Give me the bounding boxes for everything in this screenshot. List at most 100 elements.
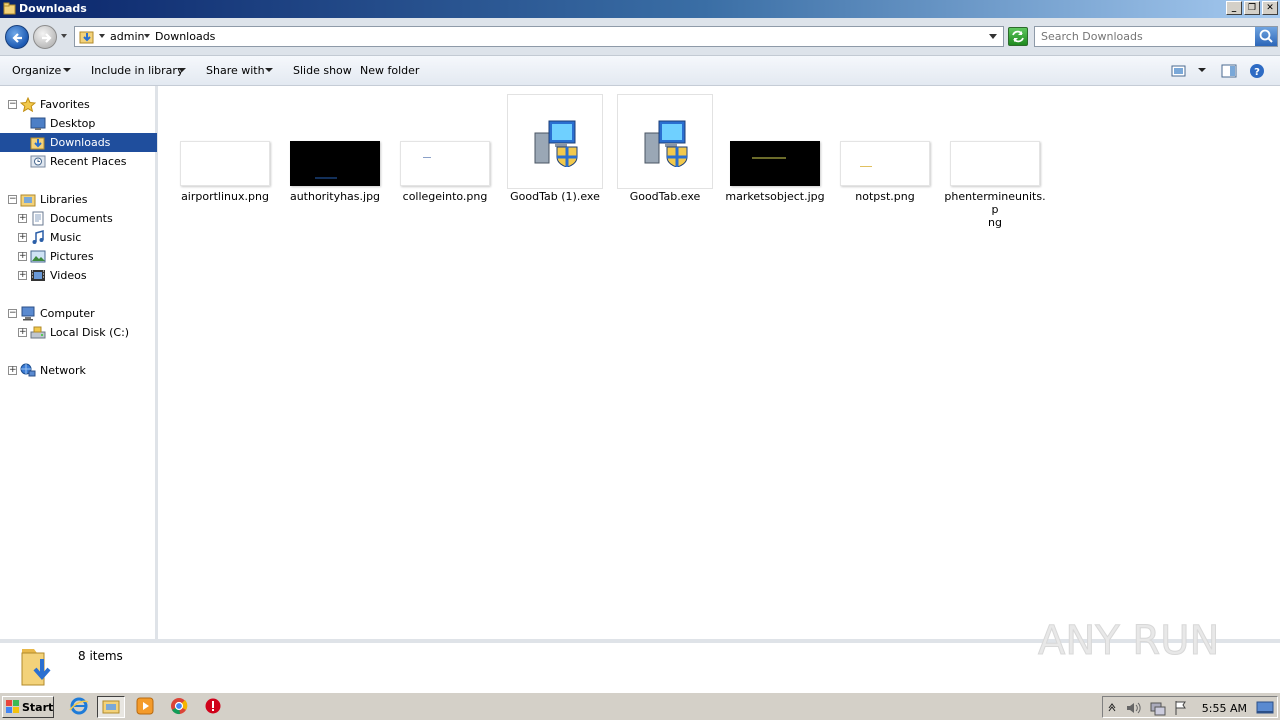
file-item[interactable]: notpst.png xyxy=(835,86,935,216)
nav-label: Recent Places xyxy=(50,155,127,168)
refresh-button[interactable] xyxy=(1008,27,1028,46)
breadcrumb-admin[interactable]: admin xyxy=(110,30,144,43)
include-in-library-button[interactable]: Include in library xyxy=(91,64,183,77)
nav-item-downloads[interactable]: Downloads xyxy=(0,133,157,152)
file-name: GoodTab (1).exe xyxy=(510,190,600,203)
internet-explorer-icon[interactable] xyxy=(68,696,92,718)
expand-icon[interactable]: + xyxy=(18,214,27,223)
command-bar: Organize Include in library Share with S… xyxy=(0,56,1280,86)
nav-item-music[interactable]: + Music xyxy=(0,228,157,247)
preview-pane-icon[interactable] xyxy=(1221,63,1237,79)
address-bar[interactable]: admin Downloads xyxy=(74,26,1004,47)
nav-label: Local Disk (C:) xyxy=(50,326,130,339)
chevron-down-icon[interactable] xyxy=(99,34,105,38)
search-button[interactable] xyxy=(1255,27,1277,46)
chevron-down-icon[interactable] xyxy=(144,34,150,38)
file-name: authorityhas.jpg xyxy=(289,190,381,203)
chrome-icon[interactable] xyxy=(168,696,192,718)
taskbar: Start 5:55 AM xyxy=(0,692,1280,720)
collapse-icon[interactable]: − xyxy=(8,100,17,109)
expand-icon[interactable]: + xyxy=(18,233,27,242)
show-desktop-icon[interactable] xyxy=(1256,700,1274,716)
anyrun-watermark: ANY RUN xyxy=(1038,618,1220,665)
nav-label: Network xyxy=(40,364,86,377)
organize-button[interactable]: Organize xyxy=(12,64,61,77)
downloads-folder-icon xyxy=(21,649,51,686)
change-view-icon[interactable] xyxy=(1171,63,1187,79)
arrow-right-icon xyxy=(42,33,52,43)
expand-icon[interactable]: + xyxy=(8,366,17,375)
documents-icon xyxy=(32,211,44,226)
new-folder-button[interactable]: New folder xyxy=(360,64,419,77)
local-disk-icon xyxy=(30,326,46,339)
file-item[interactable]: GoodTab.exe xyxy=(615,86,715,216)
close-button[interactable]: ✕ xyxy=(1262,1,1278,15)
start-button[interactable]: Start xyxy=(2,696,54,718)
downloads-folder-icon xyxy=(30,137,45,150)
chevron-down-icon xyxy=(178,68,186,72)
nav-item-desktop[interactable]: Desktop xyxy=(0,114,157,133)
nav-label: Downloads xyxy=(50,136,111,149)
share-with-button[interactable]: Share with xyxy=(206,64,265,77)
search-input[interactable] xyxy=(1041,29,1251,44)
file-name: collegeinto.png xyxy=(402,190,488,203)
nav-item-documents[interactable]: + Documents xyxy=(0,209,157,228)
collapse-icon[interactable]: − xyxy=(8,195,17,204)
music-icon xyxy=(32,230,44,244)
media-player-icon[interactable] xyxy=(134,696,158,718)
address-dropdown-icon[interactable] xyxy=(989,34,997,39)
view-options-dropdown-icon[interactable] xyxy=(1198,68,1206,72)
minimize-button[interactable]: _ xyxy=(1226,1,1242,15)
back-button[interactable] xyxy=(5,25,29,49)
expand-icon[interactable]: + xyxy=(18,252,27,261)
breadcrumb-downloads[interactable]: Downloads xyxy=(155,30,215,43)
network-icon xyxy=(20,363,36,377)
clock[interactable]: 5:55 AM xyxy=(1202,702,1247,715)
stop-icon[interactable] xyxy=(202,696,226,718)
network-status-icon[interactable] xyxy=(1149,700,1167,716)
search-box[interactable] xyxy=(1034,26,1278,47)
nav-item-pictures[interactable]: + Pictures xyxy=(0,247,157,266)
image-thumbnail xyxy=(730,141,820,186)
image-thumbnail xyxy=(400,141,490,186)
libraries-icon xyxy=(20,194,36,207)
nav-computer[interactable]: − Computer xyxy=(0,304,157,323)
svg-text:?: ? xyxy=(1254,67,1260,78)
nav-favorites[interactable]: − Favorites xyxy=(0,95,157,114)
show-hidden-icons-icon[interactable] xyxy=(1107,701,1117,713)
image-thumbnail xyxy=(950,141,1040,186)
nav-network[interactable]: + Network xyxy=(0,361,157,380)
file-tile-frame xyxy=(507,94,603,189)
downloads-folder-icon xyxy=(79,31,94,44)
restore-button[interactable]: ❐ xyxy=(1244,1,1260,15)
installer-icon xyxy=(534,120,578,167)
expand-icon[interactable]: + xyxy=(18,328,27,337)
image-thumbnail xyxy=(840,141,930,186)
slide-show-button[interactable]: Slide show xyxy=(293,64,352,77)
nav-item-videos[interactable]: + Videos xyxy=(0,266,157,285)
nav-item-local-disk[interactable]: + Local Disk (C:) xyxy=(0,323,157,342)
arrow-left-icon xyxy=(12,33,22,43)
windows-explorer-icon[interactable] xyxy=(97,696,125,718)
expand-icon[interactable]: + xyxy=(18,271,27,280)
recent-pages-dropdown[interactable] xyxy=(60,32,68,40)
help-icon[interactable]: ? xyxy=(1249,63,1265,79)
file-item[interactable]: collegeinto.png xyxy=(395,86,495,216)
file-item[interactable]: phentermineunits.p ng xyxy=(944,86,1046,229)
action-center-flag-icon[interactable] xyxy=(1173,700,1189,716)
nav-label: Documents xyxy=(50,212,113,225)
address-row: admin Downloads xyxy=(0,18,1280,56)
folder-icon xyxy=(3,2,16,15)
volume-icon[interactable] xyxy=(1125,700,1143,716)
file-item[interactable]: authorityhas.jpg xyxy=(285,86,385,216)
file-item[interactable]: GoodTab (1).exe xyxy=(505,86,605,216)
nav-libraries[interactable]: − Libraries xyxy=(0,190,157,209)
collapse-icon[interactable]: − xyxy=(8,309,17,318)
pictures-icon xyxy=(30,250,46,263)
forward-button[interactable] xyxy=(33,25,57,49)
title-bar: Downloads _ ❐ ✕ xyxy=(0,0,1280,18)
chevron-down-icon xyxy=(265,68,273,72)
file-item[interactable]: airportlinux.png xyxy=(175,86,275,216)
file-item[interactable]: marketsobject.jpg xyxy=(725,86,825,216)
nav-item-recent-places[interactable]: Recent Places xyxy=(0,152,157,171)
